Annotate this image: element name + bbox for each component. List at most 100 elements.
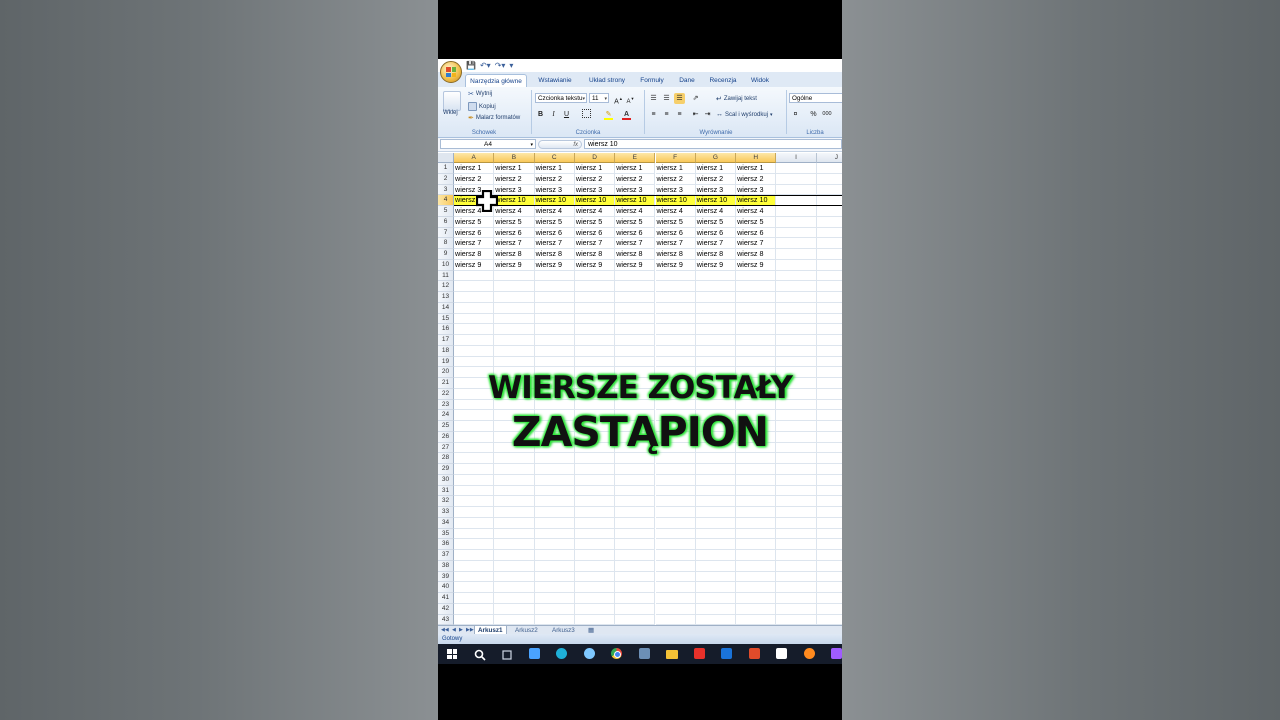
cell-a2[interactable]: wiersz 2 [454, 173, 495, 185]
cell-g15[interactable] [695, 313, 737, 325]
cell-d18[interactable] [574, 345, 616, 357]
cell-j11[interactable] [816, 271, 842, 282]
cell-a41[interactable] [454, 593, 495, 604]
thousands-button[interactable]: 000 [820, 109, 834, 120]
cell-i4[interactable] [776, 195, 817, 206]
cell-d16[interactable] [574, 324, 616, 335]
cell-f17[interactable] [655, 335, 696, 346]
cell-b29[interactable] [494, 464, 535, 475]
cell-e7[interactable]: wiersz 6 [615, 227, 656, 239]
cell-f4[interactable]: wiersz 10 [655, 195, 696, 206]
cell-d11[interactable] [574, 270, 616, 282]
cell-g32[interactable] [695, 496, 737, 507]
cell-a36[interactable] [454, 539, 495, 550]
row-header-8[interactable]: 8 [438, 238, 454, 249]
cell-c3[interactable]: wiersz 3 [534, 184, 575, 196]
cell-i35[interactable] [776, 528, 817, 540]
windows-start-icon[interactable] [446, 648, 458, 660]
cell-b4[interactable]: wiersz 10 [494, 195, 535, 206]
cell-j13[interactable] [816, 292, 842, 303]
cell-i9[interactable] [776, 249, 817, 260]
cell-d40[interactable] [574, 582, 616, 593]
cell-c39[interactable] [534, 571, 575, 583]
cell-d29[interactable] [574, 464, 616, 475]
cell-i7[interactable] [776, 227, 817, 239]
search-icon[interactable] [474, 648, 486, 661]
word-icon[interactable] [748, 648, 761, 660]
cell-d12[interactable] [574, 281, 616, 292]
cell-j2[interactable] [816, 174, 842, 185]
cell-a43[interactable] [454, 614, 495, 625]
cell-g37[interactable] [695, 550, 737, 561]
capcut-icon[interactable] [776, 648, 788, 660]
cell-i6[interactable] [776, 216, 817, 228]
cell-g31[interactable] [695, 485, 737, 497]
other-app-icon[interactable] [831, 648, 842, 660]
cell-d38[interactable] [574, 560, 616, 572]
cell-b43[interactable] [494, 614, 535, 625]
font-color-icon[interactable]: A [621, 109, 632, 120]
cell-h33[interactable] [736, 507, 777, 518]
cell-f35[interactable] [655, 528, 696, 540]
cell-g18[interactable] [695, 345, 737, 357]
cell-c37[interactable] [534, 550, 575, 561]
cell-g39[interactable] [695, 571, 737, 583]
cell-d35[interactable] [574, 528, 616, 540]
cell-a42[interactable] [454, 603, 495, 615]
cell-j8[interactable] [816, 238, 842, 249]
cell-f36[interactable] [655, 539, 696, 550]
edge-icon[interactable] [556, 648, 568, 660]
cell-g34[interactable] [695, 517, 737, 529]
cell-b42[interactable] [494, 603, 535, 615]
cell-g19[interactable] [695, 356, 737, 368]
cell-f41[interactable] [655, 593, 696, 604]
cell-g1[interactable]: wiersz 1 [695, 163, 737, 174]
cell-e17[interactable] [615, 335, 656, 346]
cell-h42[interactable] [736, 603, 777, 615]
cell-c38[interactable] [534, 560, 575, 572]
cell-a15[interactable] [454, 313, 495, 325]
cell-e19[interactable] [615, 356, 656, 368]
cell-c40[interactable] [534, 582, 575, 593]
cell-h38[interactable] [736, 560, 777, 572]
cell-f34[interactable] [655, 517, 696, 529]
column-header-e[interactable]: E [615, 153, 656, 163]
cell-f29[interactable] [655, 464, 696, 475]
cell-g5[interactable]: wiersz 4 [695, 206, 737, 217]
cell-h19[interactable] [736, 356, 777, 368]
cell-g3[interactable]: wiersz 3 [695, 184, 737, 196]
cell-i37[interactable] [776, 550, 817, 561]
align-middle-icon[interactable]: ☰ [661, 93, 672, 104]
cell-b11[interactable] [494, 270, 535, 282]
cell-d37[interactable] [574, 550, 616, 561]
cell-c7[interactable]: wiersz 6 [534, 227, 575, 239]
cell-h10[interactable]: wiersz 9 [736, 259, 777, 271]
cell-b36[interactable] [494, 539, 535, 550]
cell-i12[interactable] [776, 281, 817, 292]
cell-c41[interactable] [534, 593, 575, 604]
cell-b9[interactable]: wiersz 8 [494, 249, 535, 260]
borders-icon[interactable] [581, 109, 592, 120]
cell-c8[interactable]: wiersz 7 [534, 238, 575, 249]
cell-e34[interactable] [615, 517, 656, 529]
cell-d2[interactable]: wiersz 2 [574, 173, 616, 185]
cell-i43[interactable] [776, 614, 817, 625]
cell-g33[interactable] [695, 507, 737, 518]
cell-b1[interactable]: wiersz 1 [494, 163, 535, 174]
cell-f33[interactable] [655, 507, 696, 518]
cell-e33[interactable] [615, 507, 656, 518]
cell-e29[interactable] [615, 464, 656, 475]
cell-c2[interactable]: wiersz 2 [534, 173, 575, 185]
cell-c29[interactable] [534, 464, 575, 475]
cell-c33[interactable] [534, 507, 575, 518]
cell-i34[interactable] [776, 517, 817, 529]
cell-f18[interactable] [655, 345, 696, 357]
cell-e30[interactable] [615, 474, 656, 486]
tab-page-layout[interactable]: Układ strony [583, 74, 631, 87]
cell-i10[interactable] [776, 259, 817, 271]
cell-d3[interactable]: wiersz 3 [574, 184, 616, 196]
column-header-b[interactable]: B [494, 153, 535, 163]
cell-i11[interactable] [776, 270, 817, 282]
cell-f2[interactable]: wiersz 2 [655, 173, 696, 185]
row-header-14[interactable]: 14 [438, 302, 454, 314]
